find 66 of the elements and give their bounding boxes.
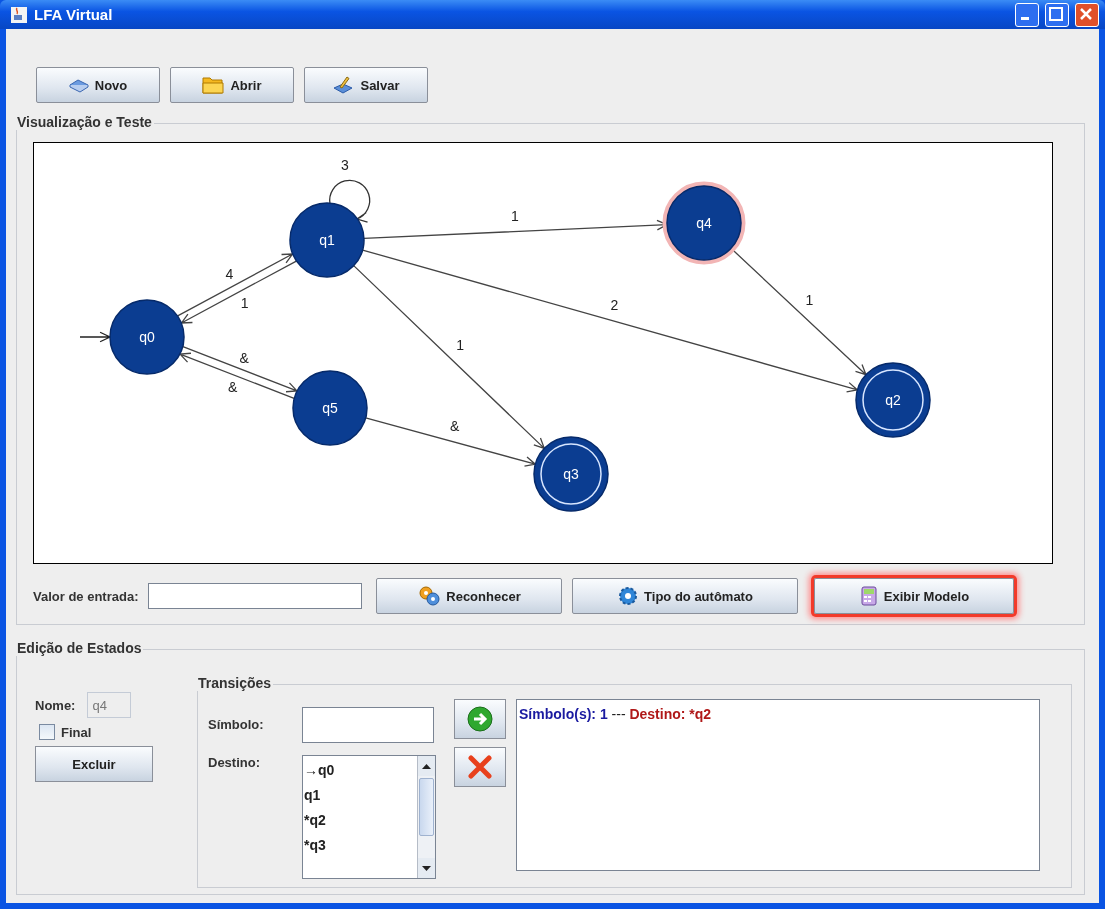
state-node[interactable] (289, 202, 365, 278)
list-item[interactable]: *q3 (304, 833, 417, 858)
toolbar-button[interactable]: Abrir (170, 67, 294, 103)
gear-icon (618, 586, 639, 606)
action-button[interactable]: Tipo do autômato (572, 578, 799, 614)
action-button[interactable]: Reconhecer (376, 578, 563, 614)
transition-label: 4 (225, 266, 234, 283)
close-button[interactable] (1075, 2, 1099, 27)
symbol-label: Símbolo: (208, 716, 265, 734)
gears-icon (418, 586, 441, 606)
list-item[interactable]: *q2 (304, 808, 417, 833)
scrollbar-thumb[interactable] (419, 778, 434, 836)
pen-on-disk-icon (332, 75, 355, 95)
transition-label: 3 (341, 157, 349, 173)
symbol-field[interactable] (302, 707, 434, 743)
state-node[interactable] (855, 362, 931, 438)
input-label: Valor de entrada: (33, 588, 139, 604)
calculator-icon (859, 586, 878, 606)
state-label: q3 (563, 466, 579, 482)
transition-label: & (228, 379, 238, 396)
state-label: q4 (696, 215, 712, 231)
minimize-icon (1021, 16, 1029, 20)
state-node[interactable] (292, 370, 368, 446)
self-loop-arrow (329, 179, 371, 223)
group-title: Transições (196, 675, 274, 691)
transition-label: 1 (510, 207, 519, 224)
folder-icon (202, 75, 225, 95)
x-icon (467, 754, 493, 780)
state-label: q5 (322, 400, 338, 416)
minimize-button[interactable] (1015, 2, 1039, 27)
destination-list[interactable]: →q0 q1 *q2 *q3 (302, 755, 436, 879)
automaton-canvas[interactable]: 4 1 3 1 2 1 & & & 1 q0 q1 q2 q3 q4 q5 (33, 142, 1053, 564)
add-button[interactable] (454, 699, 506, 739)
transition-label: 1 (240, 294, 249, 311)
state-label: q1 (319, 232, 335, 248)
checkbox-label: Final (61, 724, 92, 740)
transition-label: 1 (805, 291, 814, 308)
group-title: Visualização e Teste (15, 114, 154, 130)
remove-button[interactable] (454, 747, 506, 787)
final-checkbox[interactable] (39, 724, 55, 740)
input-field[interactable] (148, 583, 363, 609)
maximize-button[interactable] (1045, 2, 1069, 27)
toolbar-button[interactable]: Salvar (304, 67, 428, 103)
transition-label: 2 (610, 296, 619, 313)
group-title: Edição de Estados (15, 640, 144, 656)
coffee-cup-icon (10, 5, 28, 24)
scroll-up-icon[interactable] (418, 756, 435, 776)
scroll-down-icon[interactable] (418, 858, 435, 878)
transition-label: & (450, 417, 460, 434)
name-label: Nome: (35, 697, 76, 713)
window-title: LFA Virtual (34, 6, 114, 23)
state-node[interactable] (533, 436, 609, 512)
delete-button[interactable]: Excluir (35, 746, 153, 782)
list-item[interactable]: q1 (304, 783, 417, 808)
toolbar-button[interactable]: Novo (36, 67, 160, 103)
state-label: q2 (885, 392, 901, 408)
arrow-circle-icon (467, 706, 493, 732)
state-label: q0 (139, 329, 155, 345)
transition-label: 1 (456, 337, 464, 354)
action-button[interactable]: Exibir Modelo (814, 578, 1015, 614)
transition-label: & (239, 349, 249, 366)
destination-label: Destino: (208, 755, 261, 772)
list-item[interactable]: →q0 (304, 758, 417, 783)
transition-entry[interactable]: Símbolo(s): 1 --- Destino: *q2 (519, 706, 1037, 722)
book-icon (68, 77, 89, 93)
state-node[interactable] (109, 299, 185, 375)
